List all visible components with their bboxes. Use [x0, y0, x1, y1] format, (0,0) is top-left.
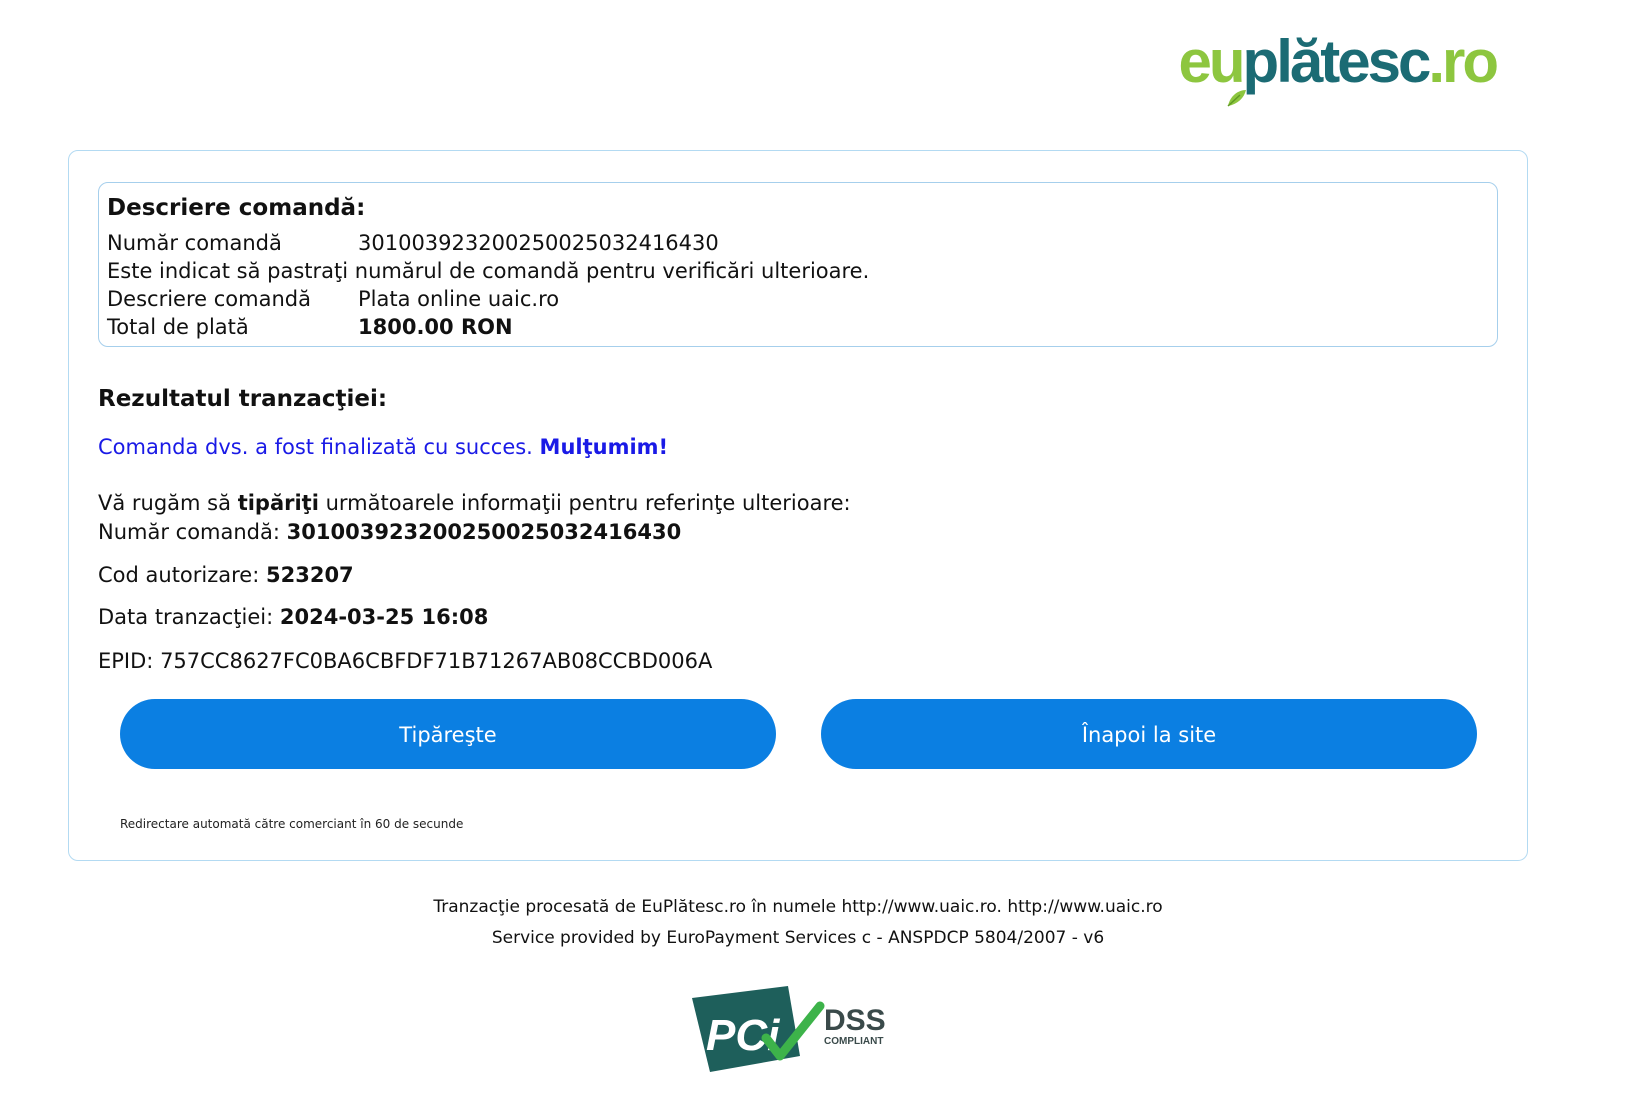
epid: EPID: 757CC8627FC0BA6CBFDF71B71267AB08CC…	[98, 647, 712, 675]
result-order-number: Număr comandă: 3010039232002500250324164…	[98, 518, 681, 546]
thanks-text: Mulţumim!	[539, 435, 669, 459]
success-text: Comanda dvs. a fost finalizată cu succes…	[98, 435, 533, 459]
result-order-number-value: 301003923200250025032416430	[286, 520, 682, 544]
print-instruction-prefix: Vă rugăm să	[98, 491, 231, 515]
logo-leaf-icon	[1227, 90, 1246, 107]
success-message: Comanda dvs. a fost finalizată cu succes…	[98, 433, 668, 461]
order-total-value: 1800.00 RON	[358, 315, 513, 339]
print-instruction-suffix: următoarele informaţii pentru referinţe …	[325, 491, 851, 515]
print-instruction: Vă rugăm să tipăriţi următoarele informa…	[98, 489, 851, 517]
order-total-row: Total de plată 1800.00 RON	[99, 313, 1497, 341]
payment-result-panel: Descriere comandă: Număr comandă 30100392…	[68, 150, 1528, 861]
order-total-label: Total de plată	[107, 315, 249, 339]
transaction-date-label: Data tranzacţiei:	[98, 605, 274, 629]
logo-eu: eu	[1178, 28, 1246, 95]
back-to-site-button[interactable]: Înapoi la site	[821, 699, 1477, 769]
result-order-number-label: Număr comandă:	[98, 520, 280, 544]
epid-label: EPID:	[98, 649, 154, 673]
pci-dss-compliant-badge: PCi DSS COMPLIANT	[692, 986, 886, 1072]
order-description-label: Descriere comandă	[107, 287, 311, 311]
transaction-result-title: Rezultatul tranzacţiei:	[98, 386, 388, 412]
auto-redirect-notice: Redirectare automată către comerciant în…	[120, 817, 464, 831]
transaction-date: Data tranzacţiei: 2024-03-25 16:08	[98, 603, 488, 631]
dss-text: DSS	[824, 1004, 886, 1037]
order-description-box: Descriere comandă: Număr comandă 30100392…	[98, 182, 1498, 347]
order-number-row: Număr comandă 301003923200250025032416430	[99, 229, 1497, 257]
authorization-code: Cod autorizare: 523207	[98, 561, 354, 589]
authorization-code-label: Cod autorizare:	[98, 563, 260, 587]
print-instruction-bold: tipăriţi	[237, 491, 319, 515]
epid-value: 757CC8627FC0BA6CBFDF71B71267AB08CCBD006A	[160, 649, 713, 673]
order-description-row: Descriere comandă Plata online uaic.ro	[99, 285, 1497, 313]
transaction-date-value: 2024-03-25 16:08	[279, 605, 489, 629]
footer-processing-info: Tranzacţie procesată de EuPlătesc.ro în …	[433, 897, 1163, 917]
order-description-title: Descriere comandă:	[107, 195, 366, 221]
order-description-value: Plata online uaic.ro	[358, 287, 560, 311]
print-button[interactable]: Tipăreşte	[120, 699, 776, 769]
footer-service-info: Service provided by EuroPayment Services…	[491, 928, 1105, 948]
authorization-code-value: 523207	[266, 563, 354, 587]
order-number-label: Număr comandă	[107, 231, 282, 255]
logo-ro: .ro	[1428, 28, 1499, 95]
order-number-note: Este indicat să pastraţi numărul de coma…	[107, 259, 870, 283]
order-number-value: 301003923200250025032416430	[358, 231, 719, 255]
compliant-text: COMPLIANT	[824, 1036, 883, 1047]
logo-platesc: plătesc	[1242, 28, 1432, 95]
